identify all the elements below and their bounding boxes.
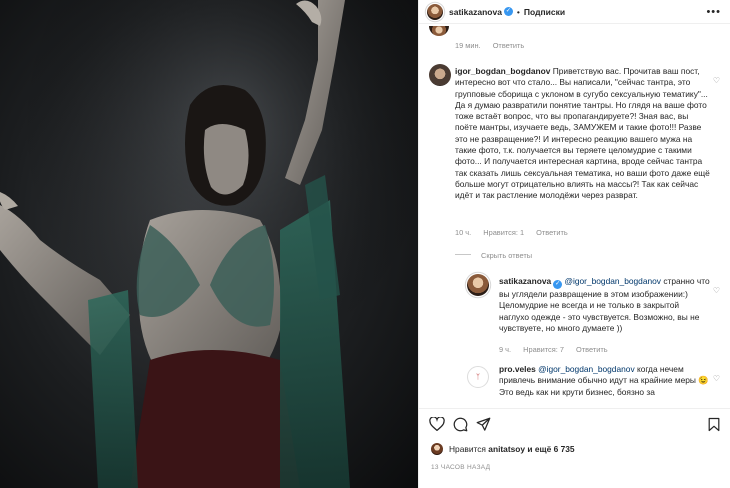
liker-username[interactable]: anitatsoy	[488, 444, 525, 454]
comment-likes[interactable]: Нравится: 1	[483, 228, 524, 237]
comment-time: 19 мин.	[455, 41, 481, 50]
reply-username[interactable]: satikazanova	[499, 276, 551, 286]
previous-comment-meta: 19 мин. Ответить	[455, 41, 720, 50]
comment-text: Приветствую вас. Прочитав ваш пост, инте…	[455, 66, 710, 201]
wink-emoji: 😉	[698, 375, 709, 386]
reply-text-part2: Это ведь как ни крути бизнес, боязно за	[499, 386, 655, 397]
reply-likes[interactable]: Нравится: 7	[523, 345, 564, 354]
reply-author-avatar[interactable]	[467, 274, 489, 296]
post-timestamp: 13 ЧАСОВ НАЗАД	[431, 464, 491, 471]
verified-badge-icon: ✓	[503, 7, 513, 16]
likes-summary: Нравится anitatsoy и ещё 6 735	[431, 443, 575, 455]
likes-prefix: Нравится	[449, 444, 486, 454]
comment-username[interactable]: igor_bogdan_bogdanov	[455, 66, 550, 76]
reply-username[interactable]: pro.veles	[499, 364, 536, 374]
post-photo-illustration	[0, 0, 418, 488]
reply-meta: 9 ч. Нравится: 7 Ответить	[499, 345, 720, 354]
comment-like-heart-icon[interactable]: ♡	[713, 76, 720, 85]
heart-icon[interactable]	[429, 417, 445, 431]
paper-plane-icon[interactable]	[476, 417, 491, 432]
comment-icon[interactable]	[453, 417, 468, 432]
hide-replies-line	[455, 254, 471, 255]
comment-text-block: igor_bogdan_bogdanov Приветствую вас. Пр…	[455, 66, 710, 202]
reply-button[interactable]: Ответить	[576, 345, 608, 354]
likes-count[interactable]: и ещё 6 735	[527, 444, 574, 454]
hide-replies-label[interactable]: Скрыть ответы	[481, 251, 532, 260]
post-details-panel: satikazanova ✓ • Подписки ••• 19 мин. От…	[418, 0, 730, 488]
reply-button[interactable]: Ответить	[536, 228, 568, 237]
post-image	[0, 0, 418, 488]
post-header: satikazanova ✓ • Подписки •••	[419, 0, 730, 24]
pro-veles-avatar[interactable]: ᛉ	[467, 366, 489, 388]
reply-pro-veles: pro.veles @igor_bogdan_bogdanov когда не…	[499, 364, 710, 398]
liker-avatar[interactable]	[431, 443, 443, 455]
reply-text-block: satikazanova ✓ @igor_bogdan_bogdanov стра…	[499, 276, 710, 334]
action-bar	[419, 408, 730, 436]
comment-like-heart-icon[interactable]: ♡	[713, 374, 720, 383]
reply-time: 9 ч.	[499, 345, 512, 354]
commenter-avatar[interactable]	[429, 64, 451, 86]
reply-button[interactable]: Ответить	[493, 41, 525, 50]
reply-text-block: pro.veles @igor_bogdan_bogdanov когда не…	[499, 364, 710, 398]
comment-meta: 10 ч. Нравится: 1 Ответить	[455, 228, 720, 237]
ellipsis-icon[interactable]: •••	[706, 6, 721, 18]
reply-satikazanova: satikazanova ✓ @igor_bogdan_bogdanov стра…	[499, 276, 710, 334]
author-username[interactable]: satikazanova	[449, 7, 502, 17]
previous-comment-avatar[interactable]	[429, 26, 449, 36]
following-button[interactable]: Подписки	[524, 7, 565, 17]
mention-link[interactable]: @igor_bogdan_bogdanov	[564, 276, 661, 286]
comment-time: 10 ч.	[455, 228, 472, 237]
separator-dot: •	[516, 6, 520, 17]
comment-igor: igor_bogdan_bogdanov Приветствую вас. Пр…	[455, 66, 710, 202]
comment-like-heart-icon[interactable]: ♡	[713, 286, 720, 295]
author-avatar[interactable]	[427, 3, 443, 20]
bookmark-icon[interactable]	[708, 417, 720, 432]
verified-badge-icon: ✓	[553, 280, 563, 289]
hide-replies-toggle[interactable]: Скрыть ответы	[455, 251, 720, 260]
mention-link[interactable]: @igor_bogdan_bogdanov	[538, 364, 635, 374]
